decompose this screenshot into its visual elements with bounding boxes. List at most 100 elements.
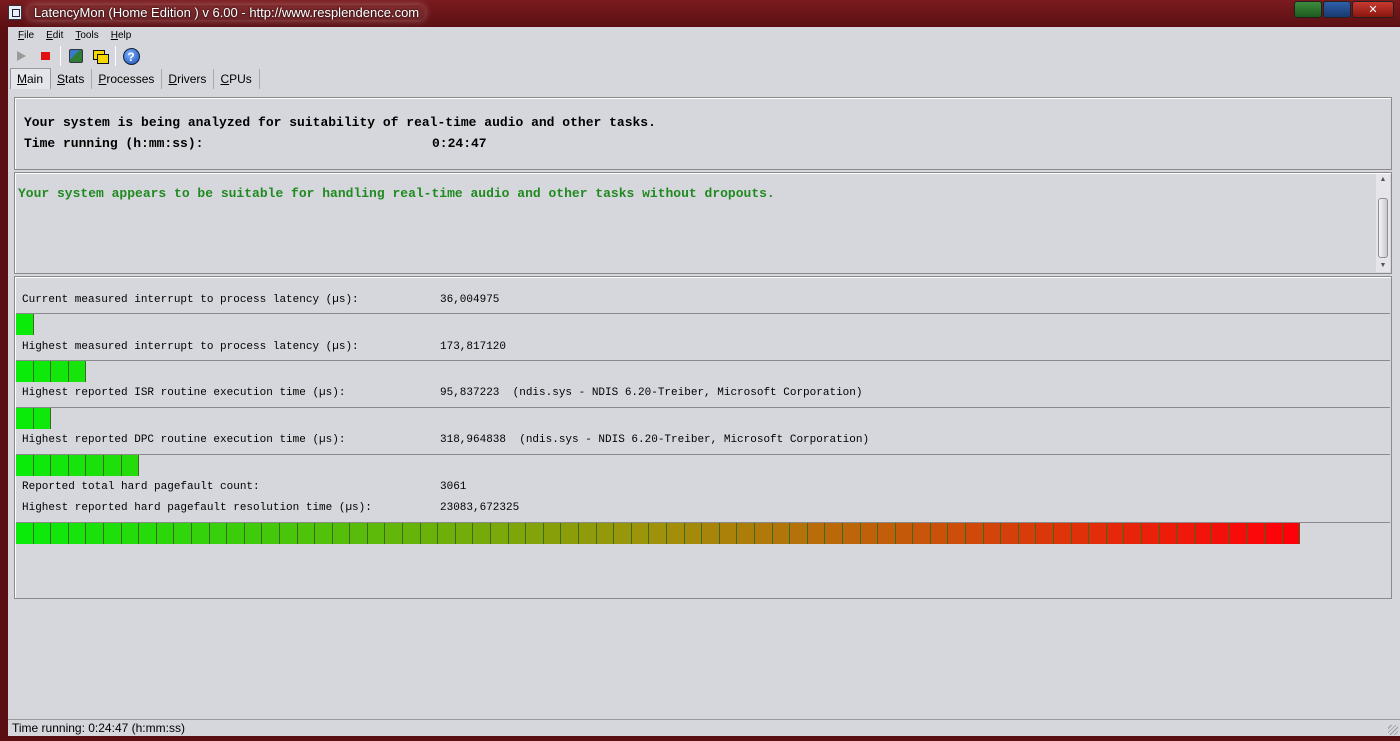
meter-segment — [438, 523, 456, 544]
meter-segment — [403, 523, 421, 544]
meter-segment — [508, 523, 527, 544]
maximize-button[interactable]: maximize — [1323, 1, 1351, 18]
meter-segment — [86, 523, 104, 544]
meter-segment — [103, 523, 122, 544]
meter-segment — [1071, 523, 1090, 544]
meter-segment — [649, 523, 667, 544]
meter-segment — [121, 455, 140, 476]
meter-segment — [420, 523, 439, 544]
meter-segment — [86, 455, 104, 476]
meter-segment — [1089, 523, 1107, 544]
meter-segment — [51, 455, 69, 476]
stop-button[interactable] — [34, 45, 56, 67]
tools-button[interactable] — [65, 45, 87, 67]
tab-strip: Main Stats Processes Drivers CPUs — [10, 67, 260, 89]
meter-segment — [543, 523, 562, 544]
meter-segment — [878, 523, 896, 544]
meter-segment — [790, 523, 808, 544]
meter-segment — [1036, 523, 1055, 544]
toolbar-separator — [115, 46, 116, 66]
close-button[interactable]: close — [1352, 1, 1394, 18]
highest-latency-bar — [16, 361, 87, 382]
minimize-button[interactable]: minimize — [1294, 1, 1322, 18]
pagefault-count-value: 3061 — [440, 481, 467, 493]
menu-file[interactable]: File — [12, 30, 40, 41]
meter-segment — [860, 523, 879, 544]
meter-segment — [244, 523, 263, 544]
meter-segment — [684, 523, 703, 544]
meter-segment — [473, 523, 492, 544]
tools-icon — [69, 49, 83, 63]
menu-edit[interactable]: Edit — [40, 30, 69, 41]
divider — [16, 407, 1390, 408]
meter-segment — [68, 523, 87, 544]
toolbar-separator — [60, 46, 61, 66]
isr-time-label: Highest reported ISR routine execution t… — [22, 387, 346, 399]
toolbar: ? — [10, 44, 142, 68]
start-button[interactable] — [10, 45, 32, 67]
tab-main[interactable]: Main — [10, 68, 52, 89]
meter-segment — [719, 523, 738, 544]
window-controls: minimize maximize close — [1294, 1, 1394, 18]
meter-segment — [614, 523, 632, 544]
pagefault-count-label: Reported total hard pagefault count: — [22, 481, 260, 493]
meter-segment — [579, 523, 597, 544]
menu-help[interactable]: Help — [105, 30, 138, 41]
tab-stats[interactable]: Stats — [51, 69, 93, 89]
divider — [16, 313, 1390, 314]
scroll-up-icon[interactable]: ▲ — [1376, 174, 1390, 186]
stop-icon — [40, 52, 50, 60]
highest-latency-label: Highest measured interrupt to process la… — [22, 341, 359, 353]
meter-segment — [174, 523, 192, 544]
meter-segment — [1194, 523, 1213, 544]
meter-segment — [1142, 523, 1160, 544]
analysis-message: Your system is being analyzed for suitab… — [24, 115, 656, 130]
meter-segment — [385, 523, 404, 544]
meter-segment — [825, 523, 843, 544]
verdict-text: Your system appears to be suitable for h… — [18, 186, 775, 201]
meter-segment — [737, 523, 755, 544]
meter-segment — [807, 523, 826, 544]
meter-segment — [16, 314, 34, 335]
meter-segment — [526, 523, 544, 544]
meter-segment — [16, 523, 34, 544]
meter-segment — [33, 361, 52, 382]
divider — [16, 454, 1390, 455]
dpc-time-bar — [16, 455, 140, 476]
menu-bar: File Edit Tools Help — [8, 27, 1400, 44]
meter-segment — [16, 408, 34, 429]
tab-cpus[interactable]: CPUs — [214, 69, 260, 89]
meter-segment — [297, 523, 316, 544]
meter-segment — [491, 523, 509, 544]
help-button[interactable]: ? — [120, 45, 142, 67]
isr-time-value: 95,837223 (ndis.sys - NDIS 6.20-Treiber,… — [440, 387, 863, 399]
tab-drivers[interactable]: Drivers — [162, 69, 215, 89]
pagefault-time-value: 23083,672325 — [440, 502, 520, 514]
time-running-value: 0:24:47 — [432, 136, 487, 151]
app-icon[interactable] — [8, 5, 22, 20]
meter-segment — [930, 523, 949, 544]
tab-processes[interactable]: Processes — [92, 69, 163, 89]
resize-grip[interactable] — [1388, 725, 1398, 735]
status-text: Time running: 0:24:47 (h:mm:ss) — [12, 721, 185, 735]
meter-segment — [33, 455, 52, 476]
meter-segment — [209, 523, 228, 544]
scrollbar-thumb[interactable] — [1378, 198, 1388, 258]
current-latency-bar — [16, 314, 34, 335]
meter-segment — [350, 523, 368, 544]
scroll-down-icon[interactable]: ▼ — [1376, 260, 1390, 272]
pagefault-time-bar — [16, 523, 1301, 544]
verdict-scrollbar[interactable]: ▲ ▼ — [1376, 174, 1390, 272]
meter-segment — [596, 523, 615, 544]
meter-segment — [262, 523, 280, 544]
menu-tools[interactable]: Tools — [69, 30, 104, 41]
meter-segment — [455, 523, 474, 544]
cpus-button[interactable] — [89, 45, 111, 67]
current-latency-value: 36,004975 — [440, 294, 500, 306]
meter-segment — [103, 455, 122, 476]
help-icon: ? — [122, 47, 140, 65]
meter-segment — [33, 408, 52, 429]
analysis-status-panel: Your system is being analyzed for suitab… — [14, 97, 1392, 170]
metrics-panel: Current measured interrupt to process la… — [14, 276, 1392, 599]
meter-segment — [51, 361, 69, 382]
